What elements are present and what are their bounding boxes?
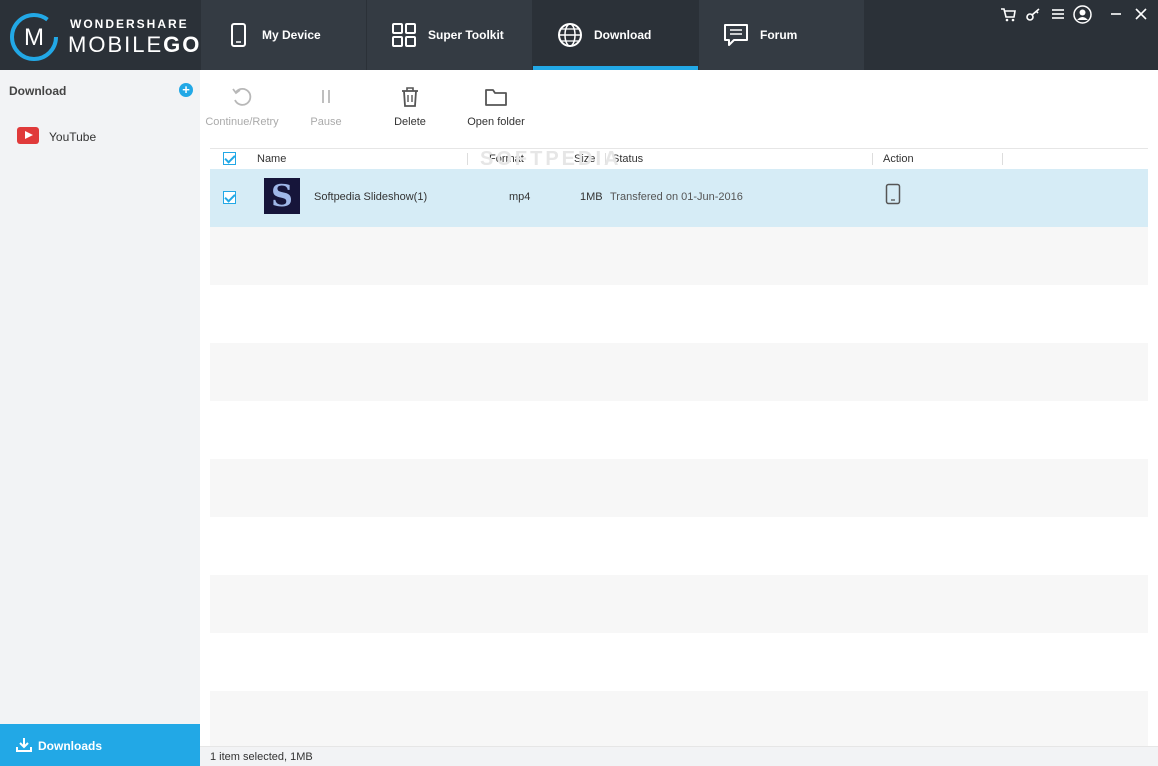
brand-wondershare: WONDERSHARE [70, 17, 189, 31]
column-divider [872, 153, 873, 165]
pause-icon [322, 90, 330, 103]
table-header: Name Format Size Status Action [210, 148, 1148, 169]
tab-label: My Device [262, 28, 321, 42]
toolbar: Continue/Retry Pause Delete Open folder [200, 70, 1158, 147]
row-size: 1MB [580, 191, 603, 203]
tab-my-device[interactable]: My Device [201, 0, 366, 70]
pause-label: Pause [310, 116, 342, 128]
pause-button[interactable]: Pause [296, 70, 356, 140]
empty-row [210, 575, 1148, 633]
window-controls [998, 4, 1150, 24]
status-text: 1 item selected, 1MB [210, 751, 313, 763]
download-list: S Softpedia Slideshow(1) mp4 1MB Transfe… [210, 169, 1148, 746]
account-icon[interactable] [1073, 4, 1092, 24]
youtube-icon [17, 127, 39, 144]
device-icon[interactable] [885, 183, 901, 205]
top-bar: M WONDERSHARE MOBILEGO My Device Super T… [0, 0, 1158, 70]
menu-icon[interactable] [1048, 5, 1067, 24]
empty-row [210, 227, 1148, 285]
video-thumbnail: S [264, 178, 300, 214]
sidebar: Download + YouTube Downloads [0, 70, 200, 766]
brand-mobilego: MOBILEGO [68, 32, 202, 57]
tab-super-toolkit[interactable]: Super Toolkit [367, 0, 532, 70]
sidebar-item-youtube[interactable]: YouTube [0, 124, 200, 150]
key-icon[interactable] [1023, 5, 1042, 24]
minimize-icon[interactable] [1106, 5, 1125, 24]
mobilego-logo-icon: M [10, 13, 58, 61]
tab-label: Forum [760, 28, 798, 42]
column-name[interactable]: Name [257, 153, 286, 165]
sidebar-title: Download [9, 84, 67, 98]
svg-text:M: M [24, 24, 44, 51]
open-folder-label: Open folder [467, 116, 525, 128]
row-checkbox[interactable] [223, 191, 236, 204]
row-status: Transfered on 01-Jun-2016 [610, 191, 743, 203]
continue-retry-label: Continue/Retry [205, 116, 279, 128]
select-all-checkbox[interactable] [223, 152, 236, 165]
delete-button[interactable]: Delete [380, 70, 440, 140]
globe-icon [558, 23, 582, 47]
empty-row [210, 343, 1148, 401]
downloads-button[interactable]: Downloads [0, 724, 200, 766]
downloads-label: Downloads [38, 739, 103, 753]
empty-row [210, 459, 1148, 517]
download-icon [16, 738, 32, 752]
status-bar: 1 item selected, 1MB [200, 746, 1158, 766]
tab-download[interactable]: Download [533, 0, 698, 70]
table-row[interactable]: S Softpedia Slideshow(1) mp4 1MB Transfe… [210, 169, 1148, 227]
phone-icon [231, 23, 246, 47]
retry-icon [232, 87, 252, 106]
open-folder-button[interactable]: Open folder [460, 70, 532, 140]
chat-icon [724, 24, 748, 46]
grid-icon [392, 23, 416, 47]
delete-label: Delete [394, 116, 426, 128]
plus-icon: + [182, 82, 190, 97]
tab-label: Super Toolkit [428, 28, 504, 42]
app-logo: M WONDERSHARE MOBILEGO [0, 0, 200, 70]
cart-icon[interactable] [998, 5, 1017, 24]
tab-label: Download [594, 28, 652, 42]
column-divider [467, 153, 468, 165]
close-icon[interactable] [1131, 5, 1150, 24]
column-action[interactable]: Action [883, 153, 914, 165]
watermark: SOFTPEDIA [480, 148, 622, 170]
sidebar-item-label: YouTube [49, 130, 97, 144]
continue-retry-button[interactable]: Continue/Retry [202, 70, 282, 140]
empty-row [210, 691, 1148, 746]
add-source-button[interactable]: + [179, 83, 193, 97]
tab-forum[interactable]: Forum [699, 0, 864, 70]
row-format: mp4 [509, 191, 531, 203]
row-name: Softpedia Slideshow(1) [314, 191, 428, 203]
trash-icon [402, 87, 418, 107]
column-divider [1002, 153, 1003, 165]
folder-icon [485, 89, 507, 106]
